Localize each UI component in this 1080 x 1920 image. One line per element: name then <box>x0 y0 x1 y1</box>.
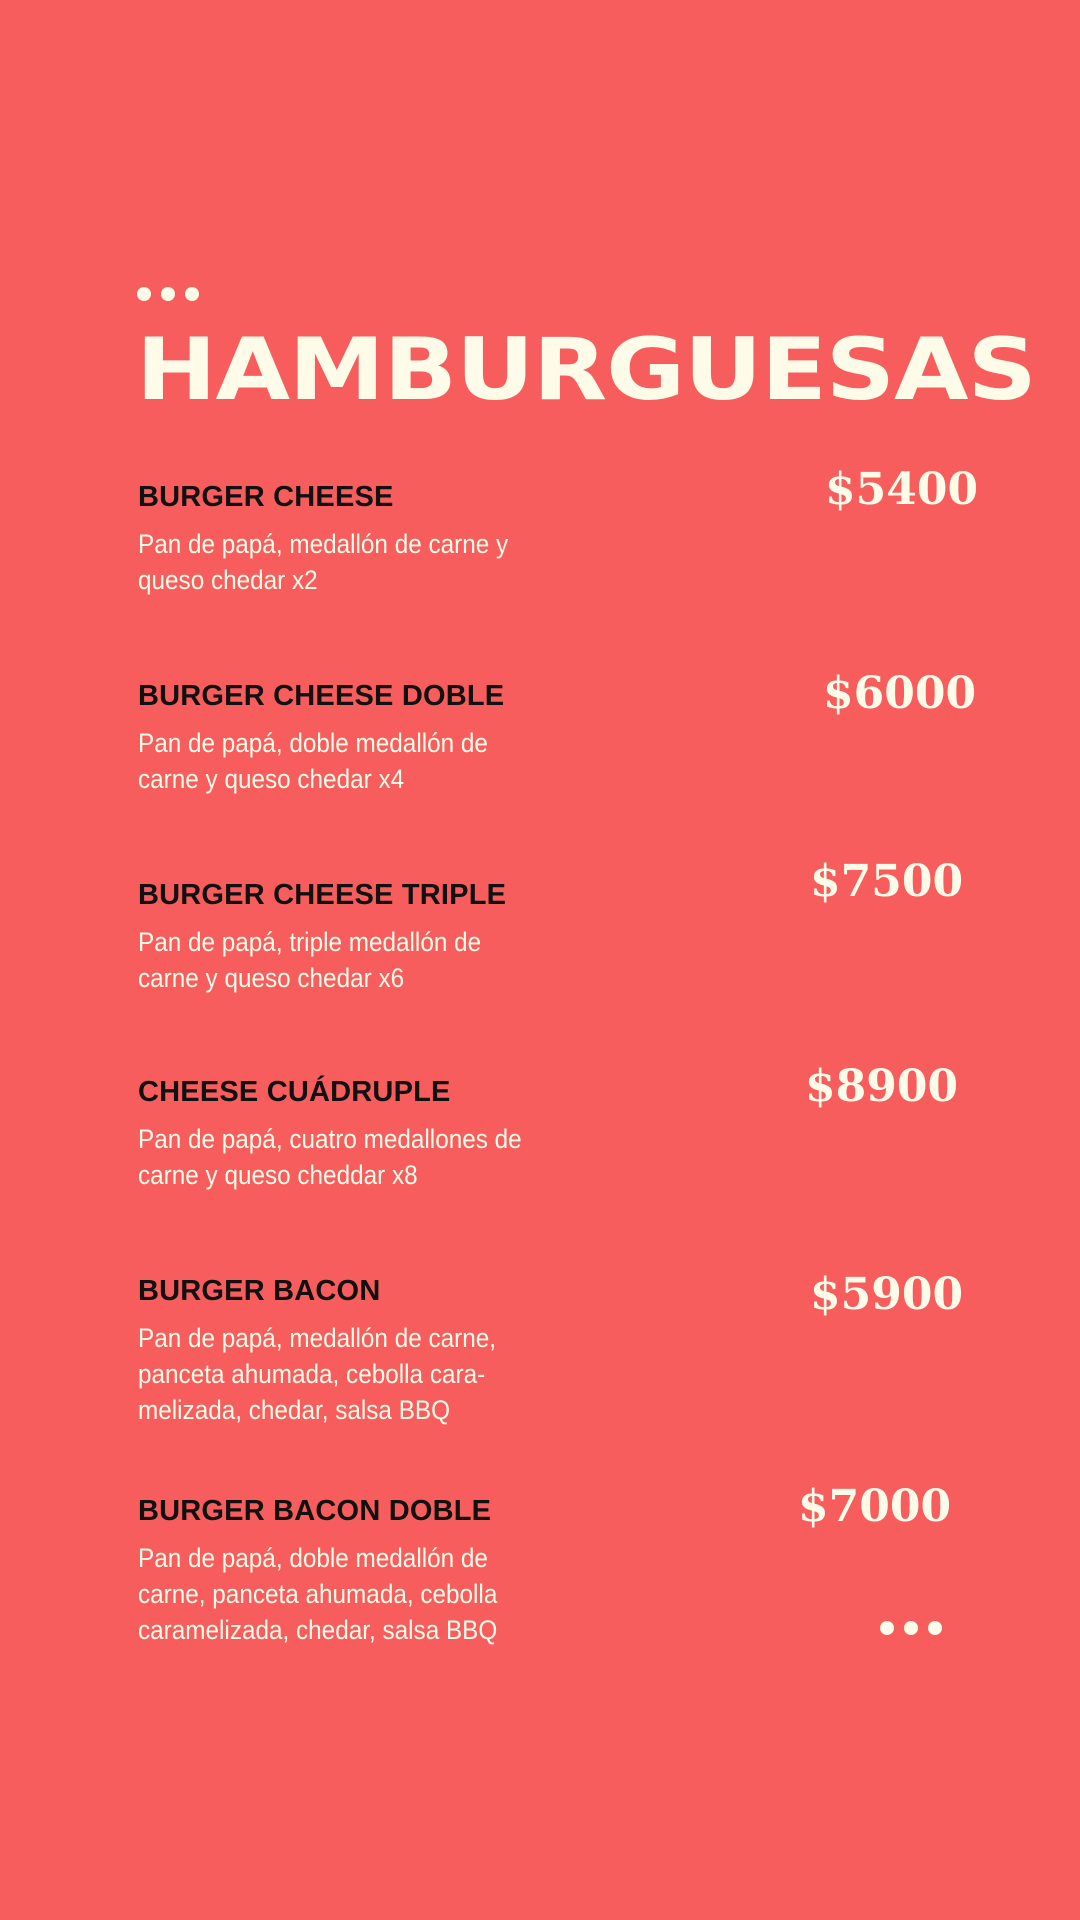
menu-item-description: Pan de papá, medallón de carne, panceta … <box>138 1323 497 1425</box>
menu-item-description: Pan de papá, triple medallón de carne y … <box>138 927 482 993</box>
dot-icon <box>137 287 151 301</box>
dot-icon <box>185 287 199 301</box>
decorative-dots-top <box>137 287 199 301</box>
decorative-dots-bottom <box>880 1621 942 1635</box>
menu-item-price: $7500 <box>810 856 964 907</box>
menu-item-price: $7000 <box>798 1481 952 1532</box>
dot-icon <box>161 287 175 301</box>
menu-item-description: Pan de papá, doble medallón de carne, pa… <box>138 1543 498 1645</box>
dot-icon <box>928 1621 942 1635</box>
dot-icon <box>904 1621 918 1635</box>
menu-title: HAMBURGUESAS <box>136 320 1037 420</box>
menu-item-description: Pan de papá, doble medallón de carne y q… <box>138 728 488 794</box>
menu-item-price: $8900 <box>805 1061 959 1112</box>
menu-item-price: $6000 <box>823 668 977 719</box>
menu-item-price: $5400 <box>825 464 979 515</box>
dot-icon <box>880 1621 894 1635</box>
menu-item-description: Pan de papá, medallón de carne y queso c… <box>138 529 509 595</box>
menu-item-price: $5900 <box>810 1269 964 1320</box>
menu-item-description: Pan de papá, cuatro medallones de carne … <box>138 1124 522 1190</box>
